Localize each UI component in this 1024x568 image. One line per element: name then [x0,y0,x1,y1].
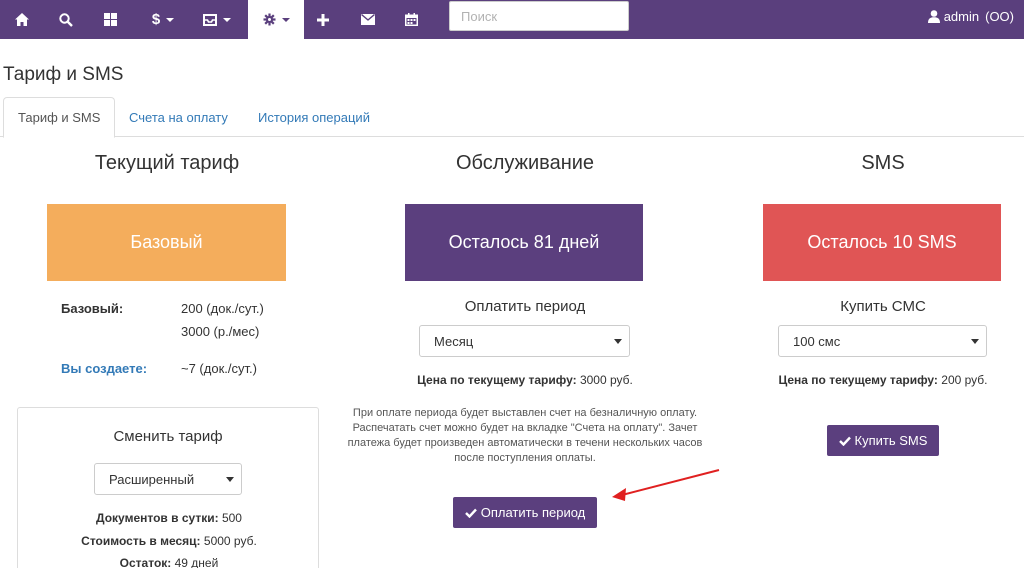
check-icon [838,436,851,446]
user-name: admin [943,8,980,24]
tab-invoices[interactable]: Счета на оплату [115,97,242,137]
dollar-icon: $ [151,11,161,28]
chevron-down-icon [281,17,290,22]
tariff-banner-text: Базовый [130,232,203,252]
user-org: (ОО) [985,8,1014,24]
service-price-value: 3000 руб. [579,373,633,387]
service-banner: Осталось 81 дней [405,204,643,281]
nav-inbox-dropdown[interactable] [192,0,242,39]
payment-note-line: платежа будет произведен автоматически в… [347,437,703,449]
chevron-down-icon [226,477,234,482]
search-icon [59,12,73,27]
nav-settings-dropdown[interactable] [248,0,304,39]
usage-label: Вы создаете: [61,361,148,376]
tariff-heading: Текущий тариф [94,152,240,174]
tariff-select-value: Расширенный [109,471,195,487]
remaining-days-value: 49 дней [174,556,219,568]
service-heading: Обслуживание [455,152,595,174]
tab-bar: Тариф и SMS Счета на оплату История опер… [0,97,1024,138]
plan-price: 3000 (р./мес) [181,324,260,339]
chevron-down-icon [223,17,231,22]
change-tariff-heading: Сменить тариф [113,428,223,445]
tariff-select[interactable]: Расширенный [94,463,242,495]
sms-amount-select-value: 100 смс [793,333,841,349]
service-banner-text: Осталось 81 дней [448,232,600,252]
pay-period-button[interactable]: Оплатить период [453,497,597,528]
monthly-cost-label: Стоимость в месяц: [81,534,201,548]
service-price: Цена по текущему тарифу: 3000 руб. [375,373,675,387]
pay-period-heading: Оплатить период [464,298,586,315]
service-price-label: Цена по текущему тарифу: [417,373,577,387]
nav-home[interactable] [4,0,40,39]
sms-banner-text: Осталось 10 SMS [807,232,957,252]
plan-label: Базовый: [61,301,124,316]
buy-sms-button[interactable]: Купить SMS [827,425,939,456]
sms-heading: SMS [861,152,905,174]
buy-sms-heading: Купить СМС [840,298,926,315]
page-title: Тариф и SMS [3,64,124,85]
user-menu[interactable]: admin (ОО) [927,0,1014,32]
inbox-icon [203,13,217,26]
sms-amount-select[interactable]: 100 смс [778,325,987,357]
nav-search[interactable] [48,0,84,39]
sms-banner: Осталось 10 SMS [763,204,1001,281]
payment-note-line: При оплате периода будет выставлен счет … [352,407,698,419]
payment-note: При оплате периода будет выставлен счет … [335,406,715,466]
chevron-down-icon [614,339,622,344]
gear-icon [263,13,275,26]
tab-label: Тариф и SMS [18,110,101,125]
envelope-icon [361,14,375,25]
payment-note-line: после поступления оплаты. [454,452,596,464]
plan-docs: 200 (док./сут.) [181,301,264,316]
payment-note-line: Распечатать счет можно будет на вкладке … [352,422,698,434]
change-tariff-panel: Сменить тариф Расширенный Документов в с… [17,407,319,568]
nav-finance-dropdown[interactable]: $ [140,0,186,39]
docs-per-day: Документов в сутки: 500 [18,511,320,525]
check-icon [464,508,477,518]
period-select-value: Месяц [434,333,474,349]
nav-calendar[interactable] [393,0,429,39]
search-input[interactable] [449,1,629,31]
remaining-days: Остаток: 49 дней [18,556,320,568]
tab-label: Счета на оплату [129,109,228,125]
sms-price-label: Цена по текущему тарифу: [778,373,938,387]
docs-per-day-label: Документов в сутки: [96,511,219,525]
top-navbar: $ admin (ОО) [0,0,1024,39]
monthly-cost: Стоимость в месяц: 5000 руб. [18,534,320,548]
nav-messages[interactable] [350,0,386,39]
tab-tariff-sms[interactable]: Тариф и SMS [3,97,116,138]
plus-icon [317,13,329,26]
calendar-icon [404,13,418,26]
home-icon [15,13,29,26]
period-select[interactable]: Месяц [419,325,630,357]
chevron-down-icon [166,17,175,22]
chevron-down-icon [971,339,979,344]
user-icon [927,9,940,23]
monthly-cost-value: 5000 руб. [203,534,257,548]
tab-label: История операций [258,109,370,125]
usage-value: ~7 (док./сут.) [181,361,257,376]
grid-icon [103,13,117,26]
remaining-days-label: Остаток: [119,556,172,568]
sms-price: Цена по текущему тарифу: 200 руб. [733,373,1024,387]
tab-history[interactable]: История операций [244,97,384,137]
pay-period-button-label: Оплатить период [480,505,586,520]
tariff-banner: Базовый [47,204,286,281]
docs-per-day-value: 500 [221,511,242,525]
buy-sms-button-label: Купить SMS [854,433,928,448]
sms-price-value: 200 руб. [941,373,988,387]
nav-add[interactable] [305,0,341,39]
nav-dashboard[interactable] [92,0,128,39]
